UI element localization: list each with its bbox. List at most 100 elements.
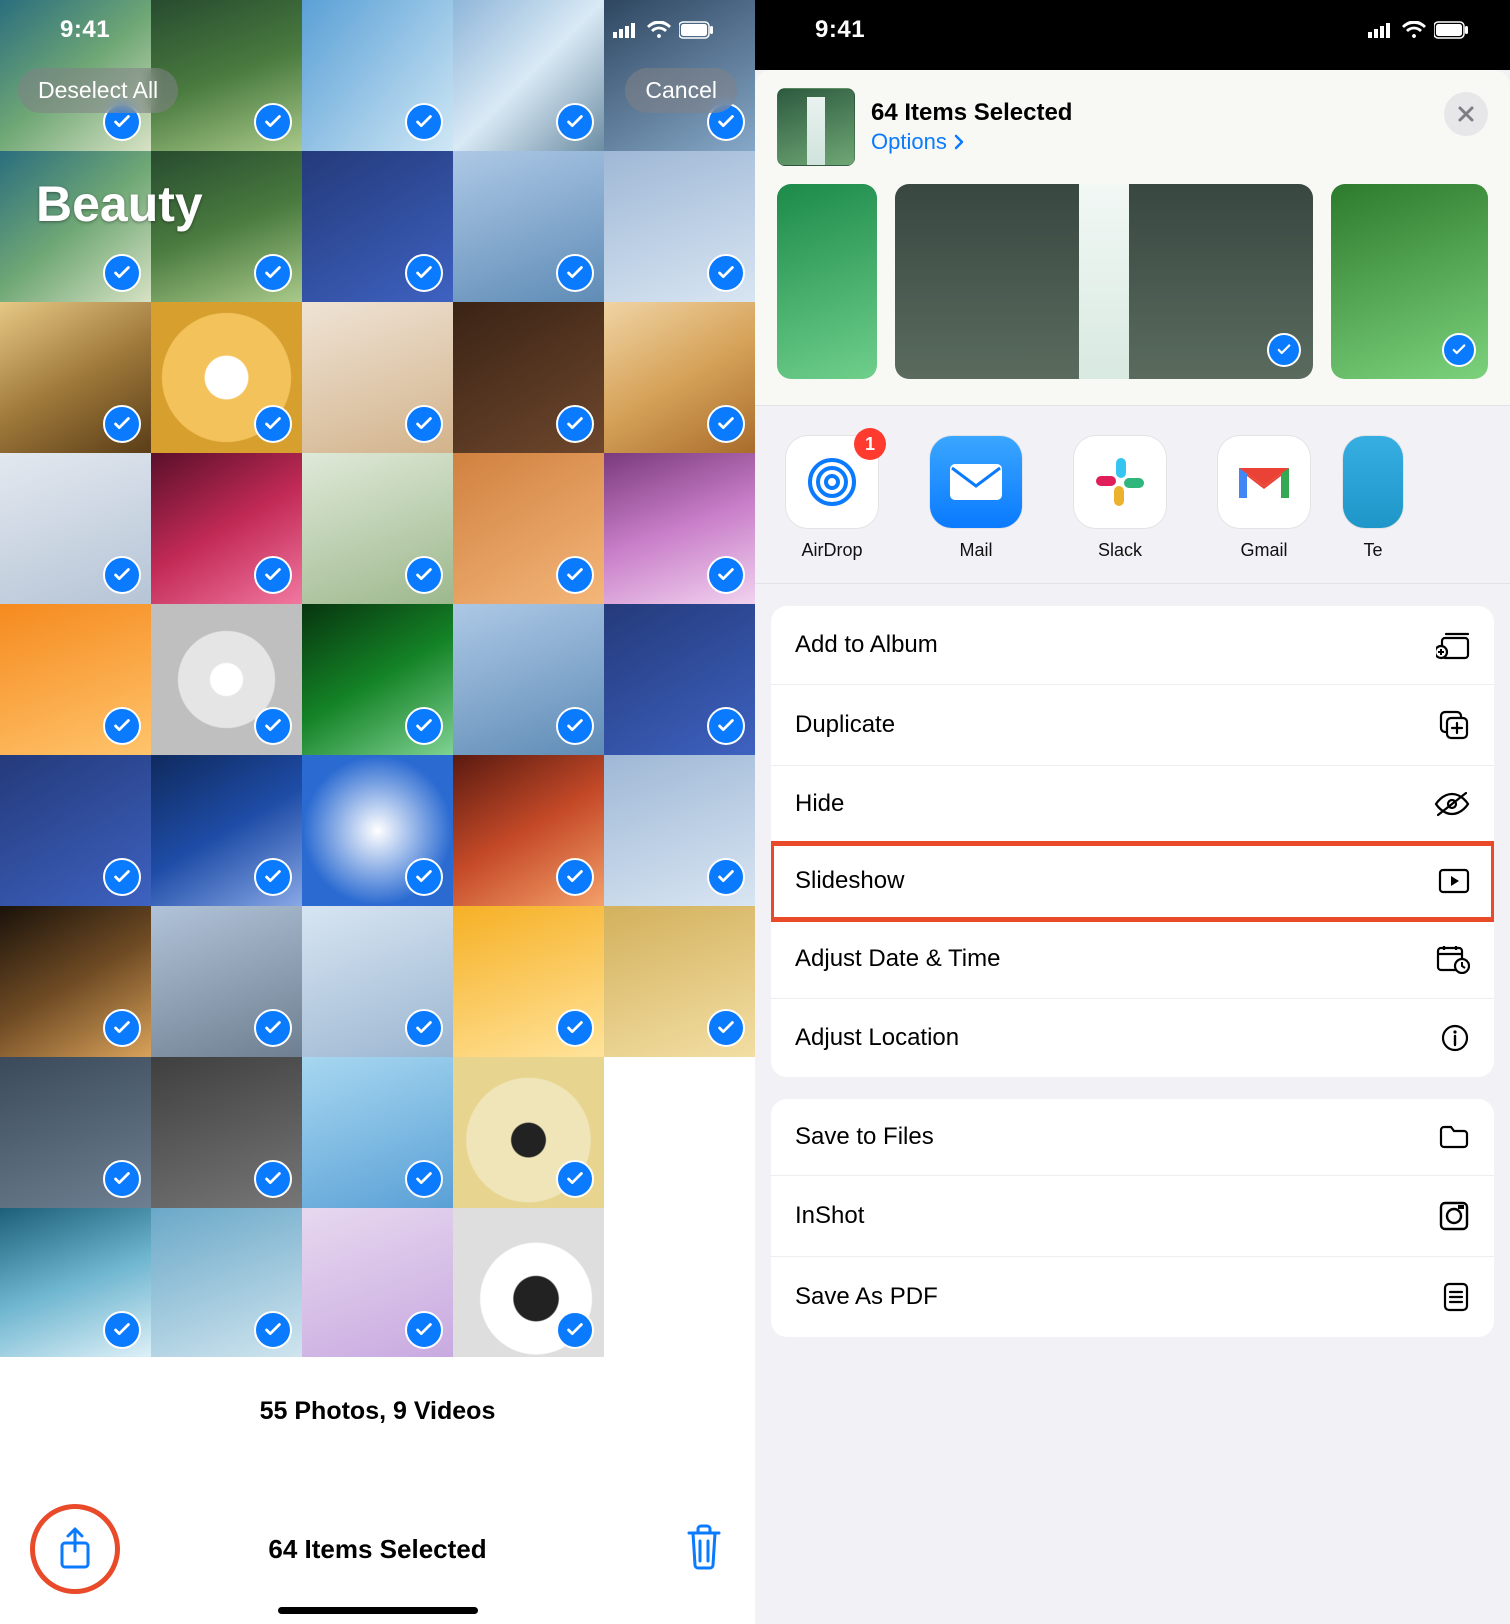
photo-cell[interactable] [0, 1057, 151, 1208]
action-label: Add to Album [795, 631, 938, 659]
photo-cell[interactable] [302, 302, 453, 453]
action-group-1: Add to Album Duplicate Hide Slideshow Ad… [771, 606, 1494, 1077]
slack-icon [1074, 436, 1166, 528]
photo-cell[interactable] [453, 151, 604, 302]
photo-cell[interactable] [604, 755, 755, 906]
action-slideshow[interactable]: Slideshow [771, 843, 1494, 920]
photo-cell[interactable] [302, 1208, 453, 1359]
status-bar: 9:41 [0, 0, 755, 60]
action-adjust-location[interactable]: Adjust Location [771, 999, 1494, 1077]
action-label: Adjust Date & Time [795, 945, 1000, 973]
photo-cell[interactable] [453, 1057, 604, 1208]
deselect-all-button[interactable]: Deselect All [18, 68, 178, 113]
photo-cell[interactable] [604, 1208, 755, 1359]
photo-cell[interactable] [0, 604, 151, 755]
photo-cell[interactable] [604, 302, 755, 453]
photo-cell[interactable] [453, 1208, 604, 1359]
photo-cell[interactable] [151, 1057, 302, 1208]
action-save-to-files[interactable]: Save to Files [771, 1099, 1494, 1176]
battery-icon [1434, 21, 1470, 39]
status-icons [613, 21, 715, 39]
mail-icon [930, 436, 1022, 528]
photo-cell[interactable] [151, 302, 302, 453]
photo-cell[interactable] [302, 755, 453, 906]
action-save-as-pdf[interactable]: Save As PDF [771, 1257, 1494, 1337]
photo-cell[interactable] [302, 151, 453, 302]
right-phone: 9:41 64 Items Selected Options [755, 0, 1510, 1624]
app-airdrop[interactable]: 1 AirDrop [777, 436, 887, 561]
action-duplicate[interactable]: Duplicate [771, 685, 1494, 766]
preview-item[interactable] [1331, 184, 1488, 379]
status-time: 9:41 [815, 16, 865, 44]
album-title: Beauty [36, 175, 203, 233]
photo-cell[interactable] [151, 755, 302, 906]
photo-cell[interactable] [151, 906, 302, 1057]
calendar-clock-icon [1436, 944, 1470, 974]
photo-cell[interactable] [604, 604, 755, 755]
photo-cell[interactable] [0, 1208, 151, 1359]
photo-count-label: 55 Photos, 9 Videos [260, 1397, 496, 1426]
action-label: Adjust Location [795, 1024, 959, 1052]
duplicate-icon [1438, 709, 1470, 741]
photo-cell[interactable] [453, 302, 604, 453]
app-label: Mail [959, 540, 992, 561]
photo-cell[interactable] [302, 906, 453, 1057]
photo-cell[interactable] [302, 1057, 453, 1208]
app-mail[interactable]: Mail [921, 436, 1031, 561]
home-indicator [278, 1607, 478, 1614]
photo-cell[interactable] [302, 453, 453, 604]
selection-count-label: 64 Items Selected [0, 1534, 755, 1565]
photo-cell[interactable] [604, 453, 755, 604]
options-button[interactable]: Options [871, 129, 1072, 155]
photo-cell[interactable] [151, 604, 302, 755]
action-group-2: Save to Files InShot Save As PDF [771, 1099, 1494, 1337]
status-icons [1368, 21, 1470, 39]
photo-cell[interactable] [453, 755, 604, 906]
photo-cell[interactable] [0, 453, 151, 604]
cancel-button[interactable]: Cancel [625, 68, 737, 113]
chevron-right-icon [953, 134, 965, 150]
photo-cell[interactable] [604, 1057, 755, 1208]
close-button[interactable] [1444, 92, 1488, 136]
photo-cell[interactable] [302, 604, 453, 755]
status-time: 9:41 [60, 16, 110, 44]
photo-cell[interactable] [0, 906, 151, 1057]
action-hide[interactable]: Hide [771, 766, 1494, 843]
cellular-icon [1368, 22, 1394, 38]
action-add-to-album[interactable]: Add to Album [771, 606, 1494, 685]
photo-cell[interactable] [453, 453, 604, 604]
preview-row[interactable] [755, 184, 1510, 406]
photo-cell[interactable] [151, 453, 302, 604]
inshot-icon [1438, 1200, 1470, 1232]
info-circle-icon [1440, 1023, 1470, 1053]
app-slack[interactable]: Slack [1065, 436, 1175, 561]
options-label: Options [871, 129, 947, 155]
header-thumbnail [777, 88, 855, 166]
photo-cell[interactable] [453, 604, 604, 755]
cellular-icon [613, 22, 639, 38]
app-label: Gmail [1240, 540, 1287, 561]
photo-cell[interactable] [0, 755, 151, 906]
close-icon [1456, 104, 1476, 124]
preview-item[interactable] [895, 184, 1313, 379]
action-label: Save to Files [795, 1123, 934, 1151]
app-telegram[interactable]: Te [1353, 436, 1393, 561]
app-share-row[interactable]: 1 AirDrop Mail Sla [755, 406, 1510, 584]
photo-cell[interactable] [604, 906, 755, 1057]
app-label: Te [1363, 540, 1382, 561]
action-label: Slideshow [795, 867, 904, 895]
action-inshot[interactable]: InShot [771, 1176, 1494, 1257]
photo-cell[interactable] [604, 151, 755, 302]
photo-cell[interactable] [0, 302, 151, 453]
eye-slash-icon [1434, 791, 1470, 817]
photo-cell[interactable] [453, 906, 604, 1057]
play-rect-icon [1438, 868, 1470, 894]
app-gmail[interactable]: Gmail [1209, 436, 1319, 561]
action-label: Hide [795, 790, 844, 818]
preview-item[interactable] [777, 184, 877, 379]
action-label: Duplicate [795, 711, 895, 739]
photo-cell[interactable] [151, 1208, 302, 1359]
airdrop-badge: 1 [854, 428, 886, 460]
action-adjust-date[interactable]: Adjust Date & Time [771, 920, 1494, 999]
wifi-icon [647, 21, 671, 39]
